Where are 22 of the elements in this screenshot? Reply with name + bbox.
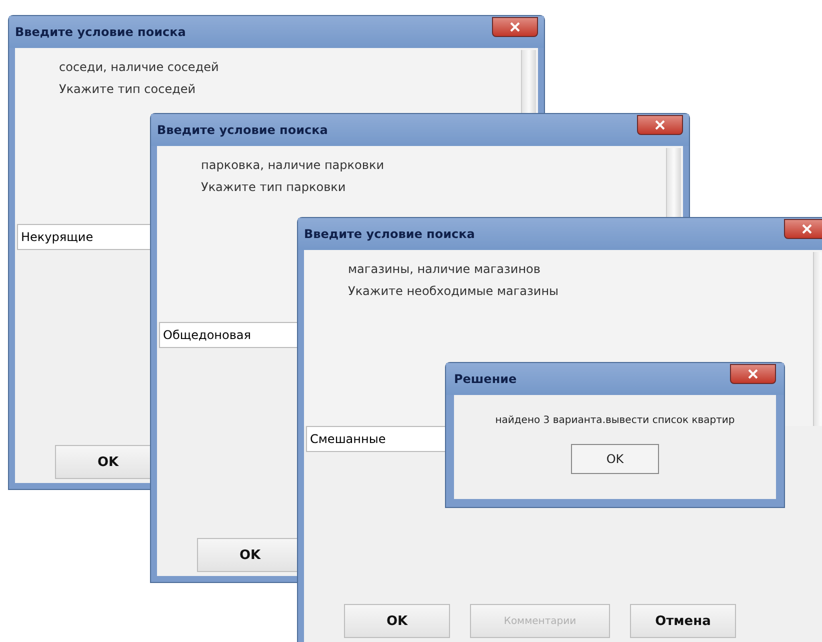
ok-button[interactable]: OK [571, 444, 659, 474]
message-text: найдено 3 варианта.вывести список квартир [495, 415, 735, 426]
prompt-text: соседи, наличие соседей [59, 60, 219, 74]
window-title: Введите условие поиска [15, 25, 186, 39]
dialog-button[interactable]: OK [344, 604, 450, 638]
dialog-button[interactable]: Отмена [630, 604, 736, 638]
window-title: Введите условие поиска [157, 123, 328, 137]
close-icon [509, 22, 521, 32]
prompt-text: Укажите тип парковки [201, 180, 346, 194]
window-title: Решение [454, 372, 517, 386]
prompt-text: магазины, наличие магазинов [348, 262, 540, 276]
close-button[interactable] [730, 364, 776, 384]
close-button[interactable] [637, 115, 683, 135]
prompt-text: Укажите тип соседей [59, 82, 196, 96]
close-icon [654, 120, 666, 130]
prompt-text: Укажите необходимые магазины [348, 284, 559, 298]
window-title: Введите условие поиска [304, 227, 475, 241]
prompt-text: парковка, наличие парковки [201, 158, 384, 172]
close-icon [747, 369, 759, 379]
close-button[interactable] [784, 219, 822, 239]
close-button[interactable] [492, 17, 538, 37]
close-icon [801, 224, 813, 234]
